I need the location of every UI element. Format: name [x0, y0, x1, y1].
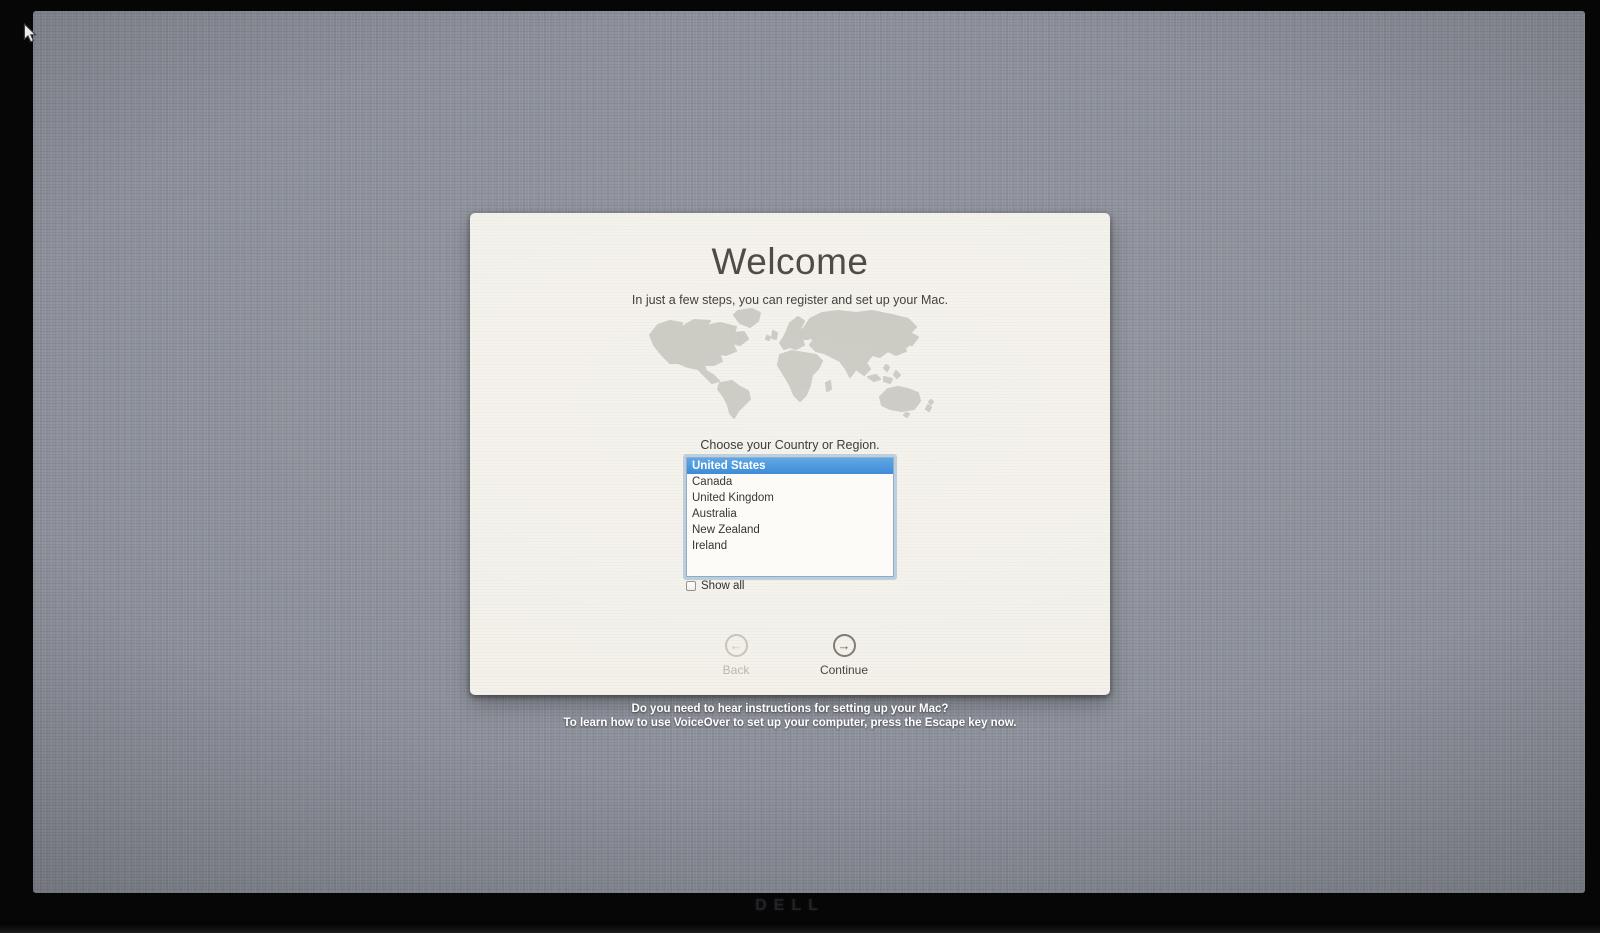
back-arrow-icon: ← [724, 634, 748, 657]
nav-buttons: ← Back → Continue [470, 634, 1110, 677]
continue-arrow-icon: → [832, 634, 856, 657]
country-option[interactable]: New Zealand [687, 522, 893, 538]
continue-button-label: Continue [819, 663, 869, 677]
continue-button[interactable]: → Continue [809, 634, 879, 677]
country-listbox[interactable]: United States Canada United Kingdom Aust… [686, 457, 894, 577]
country-prompt-label: Choose your Country or Region. [700, 438, 880, 452]
country-option[interactable]: Australia [687, 506, 893, 522]
bezel-shine [0, 923, 1600, 933]
country-option[interactable]: United States [687, 458, 893, 474]
world-map-image [649, 308, 934, 419]
country-option[interactable]: United Kingdom [687, 490, 893, 506]
show-all-checkbox[interactable] [686, 581, 696, 591]
photo-of-monitor: { "monitor": { "brand_label": "DELL" }, … [0, 0, 1600, 933]
country-option[interactable]: Ireland [687, 538, 893, 554]
show-all-label[interactable]: Show all [701, 580, 744, 592]
page-title: Welcome [711, 241, 869, 282]
back-button-label: Back [722, 663, 750, 677]
show-all-row: Show all [686, 580, 744, 592]
voiceover-line-2: To learn how to use VoiceOver to set up … [563, 717, 1017, 729]
mouse-cursor-arrow-icon [23, 23, 37, 43]
back-button[interactable]: ← Back [701, 634, 771, 677]
voiceover-line-1: Do you need to hear instructions for set… [631, 703, 949, 715]
country-option[interactable]: Canada [687, 474, 893, 490]
voiceover-instructions: Do you need to hear instructions for set… [470, 702, 1110, 730]
desktop-background: Welcome In just a few steps, you can reg… [33, 11, 1585, 893]
setup-assistant-window: Welcome In just a few steps, you can reg… [470, 213, 1110, 695]
dell-logo: DELL [755, 897, 825, 914]
